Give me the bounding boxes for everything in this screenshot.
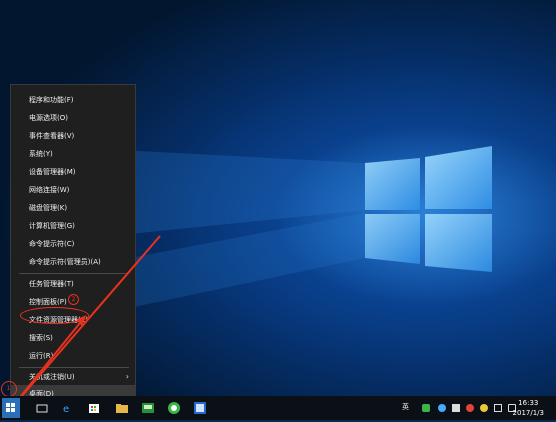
menu-separator: [19, 273, 129, 274]
menu-item-network-connections[interactable]: 网络连接(W): [11, 181, 135, 199]
menu-item-programs-features[interactable]: 程序和功能(F): [11, 91, 135, 109]
battery-icon[interactable]: [422, 404, 430, 412]
security-app-icon[interactable]: [166, 400, 182, 416]
menu-item-device-manager[interactable]: 设备管理器(M): [11, 163, 135, 181]
store-icon[interactable]: [86, 400, 102, 416]
system-clock[interactable]: 16:33 2017/1/3: [513, 398, 544, 418]
svg-text:e: e: [63, 404, 69, 415]
annotation-step-number: 1: [6, 385, 11, 392]
menu-item-run[interactable]: 运行(R): [11, 347, 135, 365]
win-x-context-menu: 程序和功能(F) 电源选项(O) 事件查看器(V) 系统(Y) 设备管理器(M)…: [10, 84, 136, 403]
taskbar: e 英 16:33 2017/1/3: [0, 396, 556, 420]
menu-item-power-options[interactable]: 电源选项(O): [11, 109, 135, 127]
menu-item-task-manager[interactable]: 任务管理器(T): [11, 275, 135, 293]
menu-item-command-prompt-admin[interactable]: 命令提示符(管理员)(A): [11, 253, 135, 271]
shield-icon[interactable]: [452, 404, 460, 412]
photo-app-icon[interactable]: [192, 400, 208, 416]
clock-date: 2017/1/3: [512, 409, 544, 417]
app-green-icon[interactable]: [140, 400, 156, 416]
clock-time: 16:33: [518, 399, 539, 407]
menu-item-shutdown-signout[interactable]: 关机或注销(U) ›: [11, 368, 135, 386]
app-tray-icon[interactable]: [466, 404, 474, 412]
menu-item-computer-management[interactable]: 计算机管理(G): [11, 217, 135, 235]
annotation-step-number: 2: [71, 296, 76, 303]
menu-item-command-prompt[interactable]: 命令提示符(C): [11, 235, 135, 253]
ime-indicator[interactable]: 英: [402, 402, 409, 412]
menu-item-event-viewer[interactable]: 事件查看器(V): [11, 127, 135, 145]
task-view-icon[interactable]: [34, 400, 50, 416]
monitor-icon[interactable]: [494, 404, 502, 412]
start-button[interactable]: [2, 398, 20, 418]
menu-item-label: 关机或注销(U): [29, 373, 75, 381]
network-tray-icon[interactable]: [438, 404, 446, 412]
edge-icon[interactable]: e: [60, 400, 76, 416]
menu-item-system[interactable]: 系统(Y): [11, 145, 135, 163]
app-tray-icon[interactable]: [480, 404, 488, 412]
menu-item-search[interactable]: 搜索(S): [11, 329, 135, 347]
folder-icon[interactable]: [114, 400, 130, 416]
annotation-circle-file-explorer: [20, 307, 89, 324]
chevron-right-icon: ›: [125, 372, 129, 381]
menu-item-disk-management[interactable]: 磁盘管理(K): [11, 199, 135, 217]
